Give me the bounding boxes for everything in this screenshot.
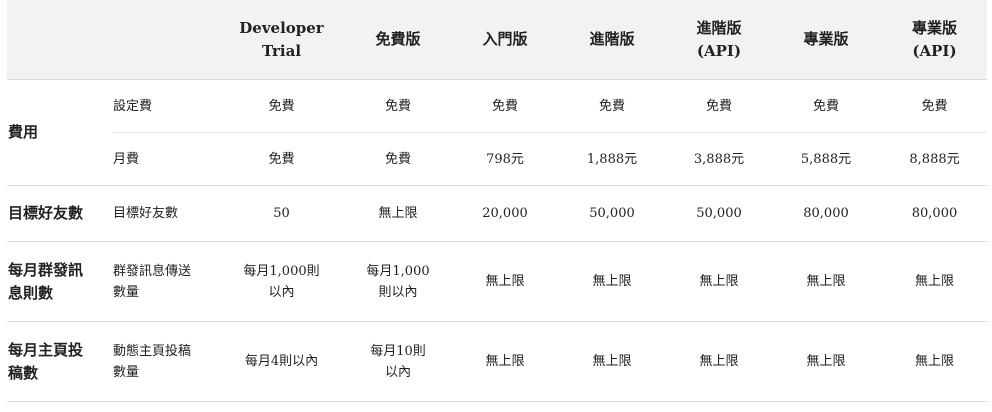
table-cell: 免費 — [556, 79, 668, 133]
table-cell: 無上限 — [556, 321, 668, 402]
table-cell: 無上限 — [454, 241, 556, 322]
row-category-broadcast: 每月群發訊 息則數 — [7, 241, 113, 322]
table-cell: 無上限 — [882, 321, 987, 402]
plan-header-pro: 專業版 — [770, 0, 882, 80]
row-category-friends: 目標好友數 — [7, 185, 113, 242]
table-row-friends: 目標好友數 目標好友數 50 無上限 20,000 50,000 50,000 … — [7, 185, 987, 242]
table-cell: 無上限 — [556, 241, 668, 322]
table-cell: 798元 — [454, 132, 556, 186]
table-cell: 1,888元 — [556, 132, 668, 186]
table-cell: 無上限 — [770, 321, 882, 402]
table-cell: 5,888元 — [770, 132, 882, 186]
table-cell: 無上限 — [342, 185, 454, 242]
table-cell: 20,000 — [454, 185, 556, 242]
row-label-friends: 目標好友數 — [113, 185, 221, 242]
table-cell: 無上限 — [668, 321, 770, 402]
plan-header-developer-trial: Developer Trial — [221, 0, 342, 80]
table-cell: 50 — [221, 185, 342, 242]
row-label-setup-fee: 設定費 — [113, 79, 221, 133]
row-label-broadcast: 群發訊息傳送 數量 — [113, 241, 221, 322]
row-category-fee: 費用 — [7, 79, 113, 186]
header-row: Developer Trial 免費版 入門版 進階版 進階版 (API) 專業… — [7, 0, 987, 80]
table-cell: 無上限 — [770, 241, 882, 322]
table-cell: 每月1,000 則以內 — [342, 241, 454, 322]
table-cell: 每月10則 以內 — [342, 321, 454, 402]
table-row-monthly-fee: 月費 免費 免費 798元 1,888元 3,888元 5,888元 8,888… — [7, 132, 987, 186]
row-label-monthly-fee: 月費 — [113, 132, 221, 186]
pricing-table: Developer Trial 免費版 入門版 進階版 進階版 (API) 專業… — [7, 0, 987, 402]
table-cell: 每月4則以內 — [221, 321, 342, 402]
table-cell: 免費 — [221, 132, 342, 186]
table-row-broadcast: 每月群發訊 息則數 群發訊息傳送 數量 每月1,000則 以內 每月1,000 … — [7, 241, 987, 322]
plan-header-pro-api: 專業版 (API) — [882, 0, 987, 80]
table-cell: 免費 — [342, 79, 454, 133]
plan-header-advanced-api: 進階版 (API) — [668, 0, 770, 80]
plan-header-advanced: 進階版 — [556, 0, 668, 80]
table-cell: 免費 — [221, 79, 342, 133]
header-empty-cell — [113, 0, 221, 80]
table-cell: 80,000 — [882, 185, 987, 242]
table-cell: 無上限 — [882, 241, 987, 322]
table-row-setup-fee: 費用 設定費 免費 免費 免費 免費 免費 免費 免費 — [7, 79, 987, 186]
table-cell: 免費 — [454, 79, 556, 133]
table-cell: 免費 — [342, 132, 454, 186]
table-cell: 免費 — [668, 79, 770, 133]
row-category-posts: 每月主頁投 稿數 — [7, 321, 113, 402]
table-cell: 8,888元 — [882, 132, 987, 186]
row-label-posts: 動態主頁投稿 數量 — [113, 321, 221, 402]
table-cell: 80,000 — [770, 185, 882, 242]
table-cell: 無上限 — [454, 321, 556, 402]
table-cell: 免費 — [882, 79, 987, 133]
table-cell: 50,000 — [556, 185, 668, 242]
table-cell: 每月1,000則 以內 — [221, 241, 342, 322]
plan-header-free: 免費版 — [342, 0, 454, 80]
table-cell: 免費 — [770, 79, 882, 133]
header-empty-cell — [7, 0, 113, 80]
table-cell: 3,888元 — [668, 132, 770, 186]
table-row-posts: 每月主頁投 稿數 動態主頁投稿 數量 每月4則以內 每月10則 以內 無上限 無… — [7, 321, 987, 402]
plan-header-starter: 入門版 — [454, 0, 556, 80]
table-cell: 50,000 — [668, 185, 770, 242]
table-cell: 無上限 — [668, 241, 770, 322]
